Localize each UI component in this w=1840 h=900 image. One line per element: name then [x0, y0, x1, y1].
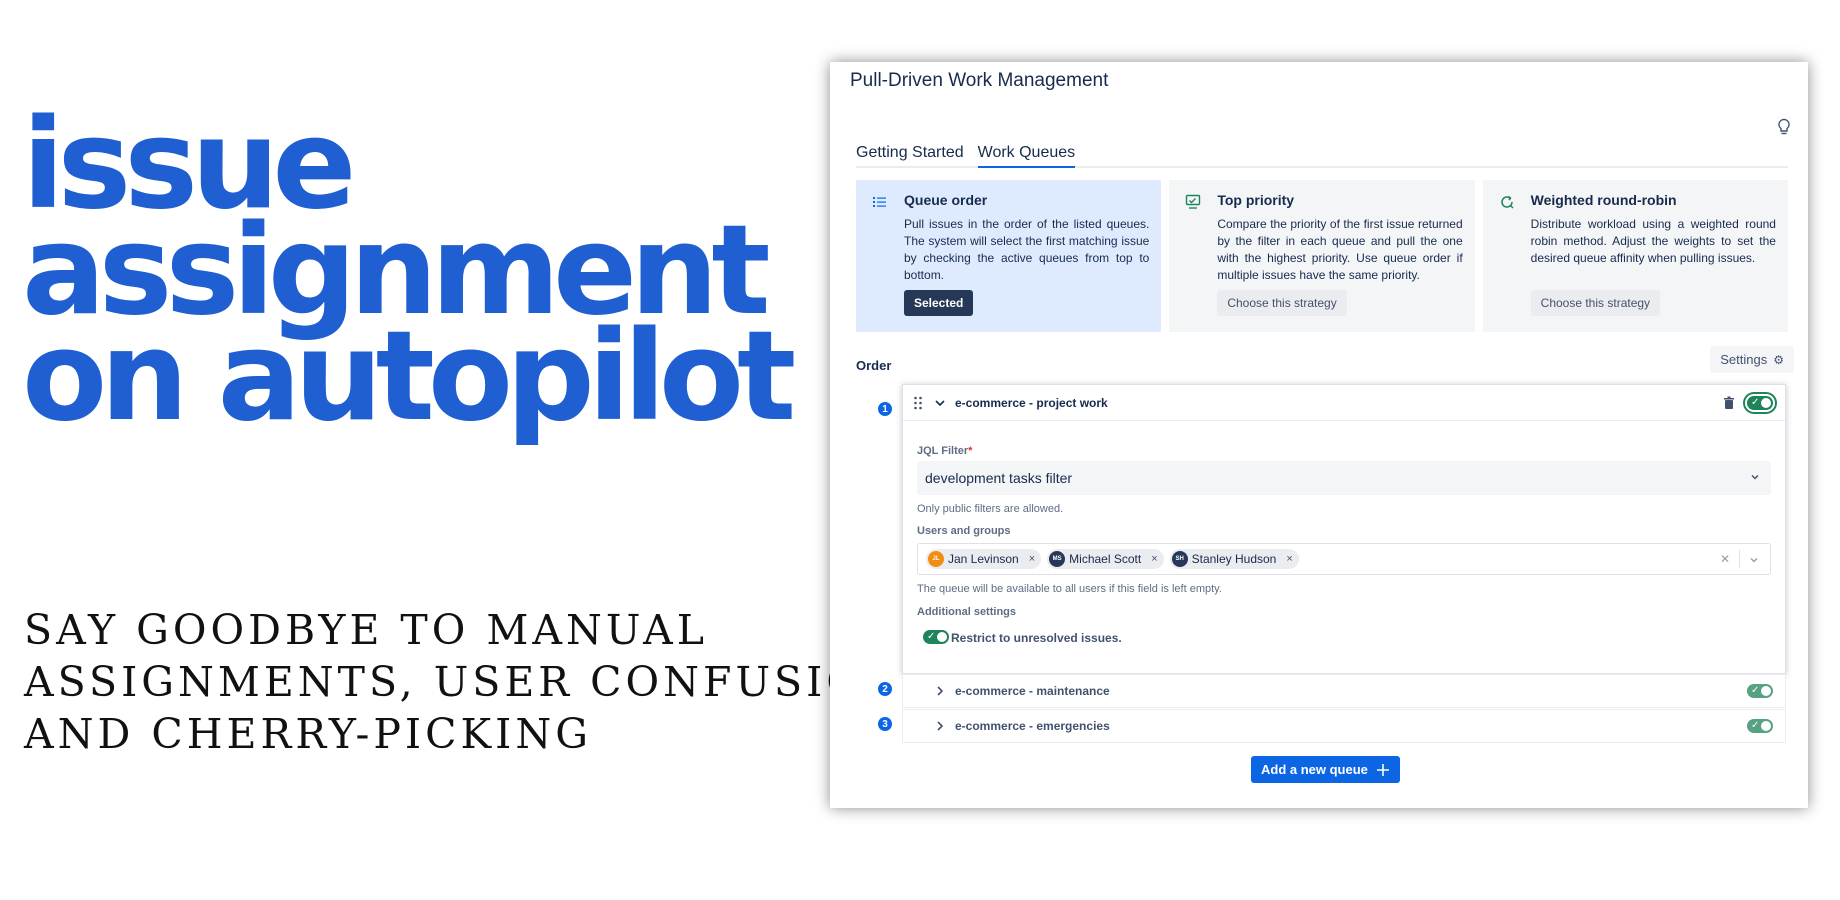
chevron-right-icon[interactable] [933, 684, 947, 698]
additional-settings-label: Additional settings [917, 606, 1016, 618]
add-queue-button[interactable]: Add a new queue [1251, 756, 1400, 783]
avatar: SH [1171, 551, 1188, 567]
toggle-knob [1761, 686, 1771, 696]
required-marker: * [968, 445, 973, 457]
tab-work-queues[interactable]: Work Queues [977, 144, 1076, 168]
app-title: Pull-Driven Work Management [850, 70, 1109, 91]
priority-monitor-icon [1186, 194, 1201, 209]
avatar: MS [1049, 551, 1066, 567]
plus-icon [1376, 763, 1389, 776]
user-chip-name: Jan Levinson [948, 552, 1019, 566]
queue-card-expanded: e-commerce - project work ✓ JQL Filter* … [902, 384, 1786, 674]
gear-icon: ⚙ [1773, 353, 1784, 367]
user-chip-name: Michael Scott [1069, 552, 1142, 566]
subline-line: SAY GOODBYE TO MANUAL [24, 606, 709, 654]
strategy-title: Top priority [1217, 192, 1295, 208]
queue-name: e-commerce - maintenance [955, 684, 1110, 698]
settings-label: Settings [1720, 352, 1768, 367]
toggle-knob [1761, 398, 1771, 408]
choose-strategy-button[interactable]: Choose this strategy [1530, 290, 1661, 316]
jql-filter-label: JQL Filter* [917, 445, 972, 457]
jql-filter-select[interactable]: development tasks filter [917, 461, 1771, 495]
headline-line: on autopilot [22, 305, 796, 449]
check-icon: ✓ [1751, 397, 1760, 408]
queue-row[interactable]: e-commerce - maintenance ✓ [902, 674, 1786, 708]
queue-enabled-toggle[interactable]: ✓ [1747, 684, 1773, 698]
separator [1739, 550, 1740, 568]
chevron-down-icon[interactable] [933, 396, 947, 410]
queue-number-badge: 2 [878, 682, 892, 696]
strategy-cards: Queue order Pull issues in the order of … [856, 180, 1788, 332]
strategy-card-top-priority[interactable]: Top priority Compare the priority of the… [1169, 180, 1475, 332]
tab-getting-started[interactable]: Getting Started [856, 144, 964, 166]
add-queue-label: Add a new queue [1261, 762, 1368, 777]
lightbulb-icon[interactable] [1776, 118, 1792, 136]
users-groups-picker[interactable]: JL Jan Levinson × MS Michael Scott × SH … [917, 543, 1771, 575]
check-icon: ✓ [1751, 685, 1760, 696]
user-chip: JL Jan Levinson × [926, 549, 1042, 569]
check-icon: ✓ [927, 631, 936, 642]
chevron-right-icon[interactable] [933, 719, 947, 733]
strategy-card-weighted-round-robin[interactable]: Weighted round-robin Distribute workload… [1482, 180, 1788, 332]
app-window: Pull-Driven Work Management Getting Star… [830, 62, 1808, 808]
jql-filter-help: Only public filters are allowed. [917, 503, 1064, 515]
queue-number-badge: 3 [878, 717, 892, 731]
strategy-description: Compare the priority of the first issue … [1217, 217, 1463, 282]
strategy-title: Queue order [904, 192, 988, 208]
queue-name: e-commerce - emergencies [955, 719, 1110, 733]
queue-number-badge: 1 [878, 402, 892, 416]
chevron-down-icon [1751, 474, 1759, 480]
queue-row[interactable]: e-commerce - emergencies ✓ [902, 709, 1786, 743]
list-icon [873, 197, 886, 207]
check-icon: ✓ [1751, 720, 1760, 731]
strategy-description: Distribute workload using a weighted rou… [1530, 217, 1776, 265]
users-groups-help: The queue will be available to all users… [917, 583, 1222, 595]
drag-handle-icon[interactable] [913, 395, 923, 411]
restrict-unresolved-label: Restrict to unresolved issues. [951, 631, 1122, 645]
settings-button[interactable]: Settings ⚙ [1710, 346, 1794, 373]
users-groups-label: Users and groups [917, 525, 1011, 537]
hero-subline: SAY GOODBYE TO MANUAL ASSIGNMENTS, USER … [24, 604, 904, 760]
chevron-down-icon[interactable] [1748, 554, 1760, 566]
queue-header: e-commerce - project work ✓ [903, 385, 1785, 421]
restrict-unresolved-toggle[interactable]: ✓ [923, 630, 949, 644]
clear-icon[interactable]: ✕ [1720, 552, 1730, 566]
strategy-card-queue-order[interactable]: Queue order Pull issues in the order of … [856, 180, 1162, 332]
avatar: JL [928, 551, 944, 567]
jql-filter-label-text: JQL Filter [917, 445, 969, 457]
jql-filter-value: development tasks filter [925, 470, 1073, 486]
remove-user-icon[interactable]: × [1151, 553, 1157, 565]
trash-icon[interactable] [1723, 396, 1735, 410]
subline-line: AND CHERRY-PICKING [24, 710, 592, 758]
user-chip: SH Stanley Hudson × [1169, 549, 1299, 569]
queue-enabled-toggle[interactable]: ✓ [1747, 396, 1773, 410]
remove-user-icon[interactable]: × [1029, 553, 1035, 565]
remove-user-icon[interactable]: × [1286, 553, 1292, 565]
strategy-title: Weighted round-robin [1530, 192, 1677, 208]
order-label: Order [856, 358, 892, 373]
user-chip-name: Stanley Hudson [1191, 552, 1277, 566]
hero-headline: issue assignment on autopilot [22, 103, 796, 449]
round-robin-icon [1500, 195, 1514, 209]
tab-bar: Getting Started Work Queues [856, 144, 1788, 168]
toggle-knob [1761, 721, 1771, 731]
strategy-description: Pull issues in the order of the listed q… [904, 217, 1150, 282]
subline-line: ASSIGNMENTS, USER CONFUSION [24, 658, 904, 706]
toggle-knob [937, 632, 947, 642]
selected-button[interactable]: Selected [904, 290, 974, 316]
queue-name: e-commerce - project work [955, 396, 1108, 410]
queue-enabled-toggle[interactable]: ✓ [1747, 719, 1773, 733]
choose-strategy-button[interactable]: Choose this strategy [1217, 290, 1347, 316]
user-chip: MS Michael Scott × [1047, 549, 1164, 569]
